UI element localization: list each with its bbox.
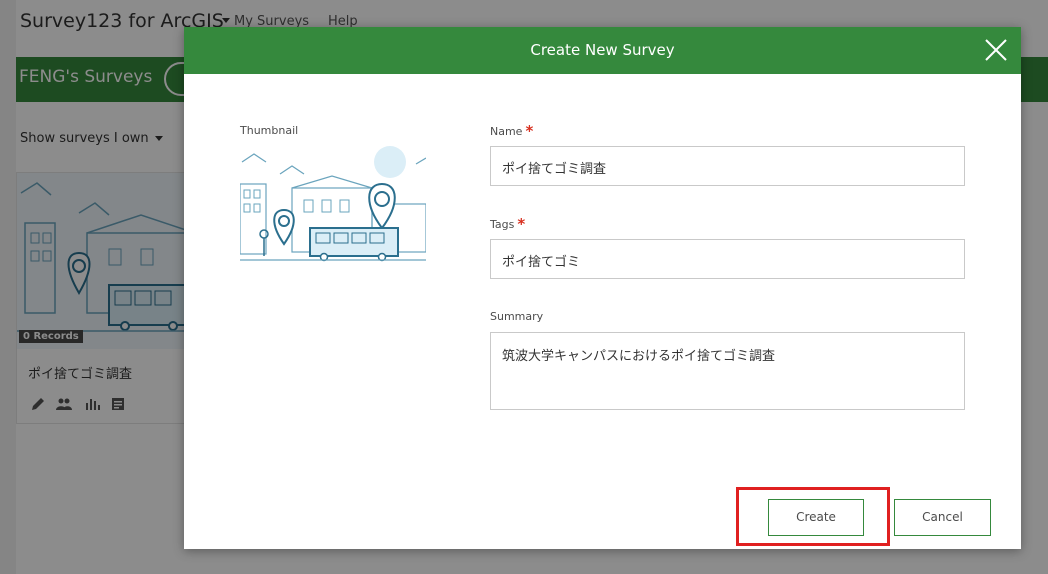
dialog-header: Create New Survey: [184, 27, 1021, 74]
tags-label: Tags *: [490, 215, 525, 233]
create-survey-dialog: Create New Survey Thumbnail Name * ポイ捨てゴ…: [184, 27, 1021, 549]
name-input[interactable]: ポイ捨てゴミ調査: [490, 146, 965, 186]
thumbnail-picker[interactable]: [239, 144, 427, 270]
name-label-text: Name: [490, 125, 523, 138]
name-label: Name *: [490, 122, 533, 140]
required-marker: *: [525, 122, 534, 140]
tags-label-text: Tags: [490, 218, 515, 231]
tags-input[interactable]: ポイ捨てゴミ: [490, 239, 965, 279]
dialog-title: Create New Survey: [530, 41, 675, 59]
close-icon[interactable]: [982, 36, 1010, 64]
thumbnail-label: Thumbnail: [240, 124, 299, 137]
cancel-button[interactable]: Cancel: [894, 499, 991, 536]
required-marker: *: [517, 215, 526, 233]
summary-label: Summary: [490, 310, 544, 323]
create-button-highlight: [736, 487, 890, 546]
city-illustration-icon: [239, 146, 427, 262]
summary-textarea[interactable]: 筑波大学キャンパスにおけるポイ捨てゴミ調査: [490, 332, 965, 410]
